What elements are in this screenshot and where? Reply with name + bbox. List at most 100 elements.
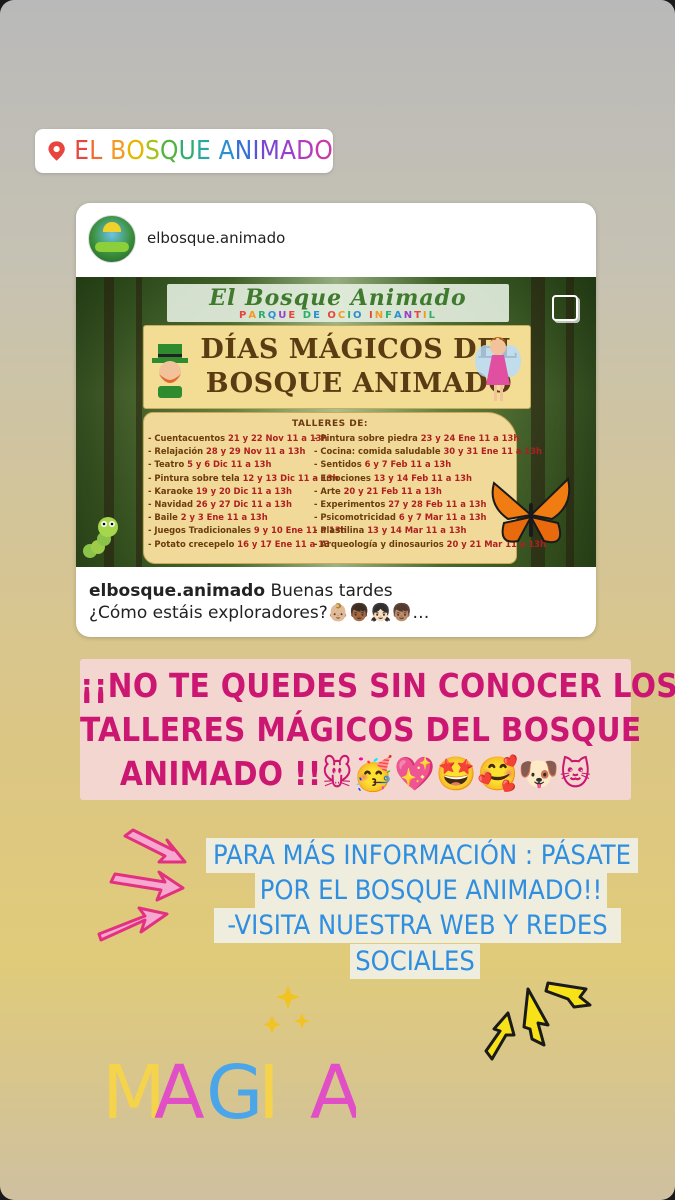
magia-letter: A [154, 1050, 205, 1125]
workshop-name: - Plastilina [314, 525, 368, 536]
workshop-item: - Navidad 26 y 27 Dic 11 a 13h [148, 499, 292, 510]
avatar[interactable] [88, 215, 136, 263]
worm-icon [83, 517, 118, 558]
workshop-name: - Psicomotricidad [314, 512, 399, 523]
subtitle-letter: L [428, 310, 437, 321]
workshop-dates: 13 y 14 Mar 11 a 13h [367, 525, 467, 536]
subtitle-letter: F [385, 310, 394, 321]
post-header: elbosque.animado [76, 203, 596, 277]
info-line-1: PARA MÁS INFORMACIÓN : PÁSATE [206, 838, 638, 873]
subtitle-letter: A [393, 310, 404, 321]
workshop-item: - Emociones 13 y 14 Feb 11 a 13h [314, 473, 472, 484]
workshop-dates: 27 y 28 Feb 11 a 13h [388, 499, 487, 509]
multiple-images-icon [552, 295, 578, 321]
magia-letter: I [258, 1050, 280, 1125]
workshop-name: - Cocina: comida saludable [314, 446, 444, 457]
workshop-name: - Pintura sobre tela [148, 472, 243, 483]
location-letter: O [126, 136, 145, 166]
subtitle-letter: N [403, 310, 415, 321]
magia-letter: G [206, 1050, 263, 1125]
heading-box: DÍAS MÁGICOS DEL BOSQUE ANIMADO [143, 325, 531, 409]
yellow-arrows-icon [484, 981, 592, 1061]
subtitle-letter: U [278, 310, 289, 321]
subtitle-letter: O [327, 310, 338, 321]
workshop-item: - Experimentos 27 y 28 Feb 11 a 13h [314, 499, 486, 510]
workshop-item: - Teatro 5 y 6 Dic 11 a 13h [148, 459, 271, 470]
workshop-name: - Pintura sobre piedra [314, 433, 421, 443]
workshop-dates: 20 y 21 Feb 11 a 13h [343, 485, 442, 496]
workshop-name: - Navidad [148, 499, 196, 509]
caption-text-line-2: ¿Cómo estáis exploradores?👶🏼👦🏾👧🏻👦🏽… [89, 603, 430, 623]
workshop-item: - Psicomotricidad 6 y 7 Mar 11 a 13h [314, 512, 487, 523]
subtitle-letter: N [374, 310, 386, 321]
workshop-dates: 6 y 7 Mar 11 a 13h [398, 512, 487, 523]
pink-arrows-icon [97, 828, 187, 942]
post-caption[interactable]: elbosque.animado Buenas tardes ¿Cómo est… [89, 580, 589, 624]
workshop-item: - Baile 2 y 3 Ene 11 a 13h [148, 512, 268, 523]
location-letter: Q [160, 136, 179, 166]
pink-line-3: ANIMADO !!🐭🥳💖🤩🥰🐶🐱 [119, 754, 592, 793]
subtitle-letter: D [302, 310, 314, 321]
workshop-dates: 6 y 7 Feb 11 a 13h [364, 459, 452, 470]
caption-username: elbosque.animado [89, 581, 266, 601]
workshop-item: - Potato crecepelo 16 y 17 Ene 11 a 13 [148, 539, 330, 550]
butterfly-icon [491, 477, 571, 544]
workshop-name: - Arte [314, 485, 344, 496]
subtitle-letter: E [313, 310, 322, 321]
subtitle-letter: P [238, 310, 249, 321]
post-username[interactable]: elbosque.animado [147, 229, 285, 247]
workshop-dates: 5 y 6 Dic 11 a 13h [187, 459, 272, 470]
image-title: El Bosque Animado [209, 285, 467, 311]
subtitle-letter: C [337, 310, 348, 321]
workshop-dates: 28 y 29 Nov 11 a 13h [206, 446, 306, 457]
location-name: EL BOSQUE ANIMADO [74, 136, 333, 166]
workshop-name: - Experimentos [314, 499, 389, 509]
workshop-name: - Arqueología y dinosaurios [314, 538, 447, 549]
location-letter [102, 136, 110, 166]
story-canvas: EL BOSQUE ANIMADO elbosque.animado El Bo… [0, 0, 675, 1200]
workshop-item: - Arte 20 y 21 Feb 11 a 13h [314, 486, 442, 497]
info-line-3: -VISITA NUESTRA WEB Y REDES [214, 908, 621, 943]
subtitle-letter: T [414, 310, 423, 321]
location-pin-icon [48, 141, 65, 161]
pink-text-sticker[interactable]: ¡¡NO TE QUEDES SIN CONOCER LOS TALLERES … [80, 659, 675, 800]
post-image[interactable]: El Bosque Animado PARQUE DE OCIO INFANTI… [76, 277, 596, 567]
workshop-name: - Cuentacuentos [148, 433, 229, 443]
workshop-dates: 2 y 3 Ene 11 a 13h [180, 512, 268, 523]
magia-letter: A [310, 1050, 356, 1125]
location-letter: M [259, 136, 280, 166]
location-letter: O [314, 136, 333, 166]
workshop-item: - Pintura sobre tela 12 y 13 Dic 11 a 13… [148, 473, 339, 484]
workshop-name: - Teatro [148, 459, 188, 470]
image-title-banner: El Bosque Animado PARQUE DE OCIO INFANTI… [167, 284, 509, 322]
location-letter: D [296, 136, 315, 166]
sparkles-icon [263, 985, 310, 1034]
workshop-dates: 13 y 14 Feb 11 a 13h [373, 472, 472, 483]
subtitle-letter: E [288, 310, 298, 321]
location-letter: L [89, 136, 103, 166]
workshop-item: - Karaoke 19 y 20 Dic 11 a 13h [148, 486, 292, 497]
workshop-dates: 23 y 24 Ene 11 a 13h [420, 433, 520, 443]
workshop-name: - Karaoke [148, 485, 197, 496]
workshop-dates: 19 y 20 Dic 11 a 13h [196, 485, 292, 496]
leprechaun-icon [152, 344, 188, 398]
magia-word: MA GI A [102, 1050, 356, 1125]
subtitle-letter: A [248, 310, 259, 321]
location-letter: N [234, 136, 253, 166]
pink-line-1: ¡¡NO TE QUEDES SIN CONOCER LOS [80, 666, 675, 705]
location-letter: U [178, 136, 196, 166]
subtitle-letter: O [352, 310, 364, 321]
workshop-name: - Relajación [148, 446, 207, 457]
location-letter: I [252, 136, 260, 166]
pink-line-2: TALLERES MÁGICOS DEL BOSQUE [80, 710, 642, 749]
workshop-name: - Baile [148, 512, 181, 523]
image-subtitle: PARQUE DE OCIO INFANTIL [167, 310, 509, 321]
workshop-name: - Emociones [314, 472, 374, 483]
info-line-2: POR EL BOSQUE ANIMADO!! [255, 873, 607, 908]
location-sticker[interactable]: EL BOSQUE ANIMADO [35, 129, 333, 173]
workshop-dates: 21 y 22 Nov 11 a 13h [228, 433, 328, 443]
location-letter: E [74, 136, 90, 166]
shared-post-card[interactable]: elbosque.animado El Bosque Animado PARQU… [76, 203, 596, 637]
location-letter: S [144, 136, 161, 166]
workshop-dates: 26 y 27 Dic 11 a 13h [195, 499, 292, 509]
